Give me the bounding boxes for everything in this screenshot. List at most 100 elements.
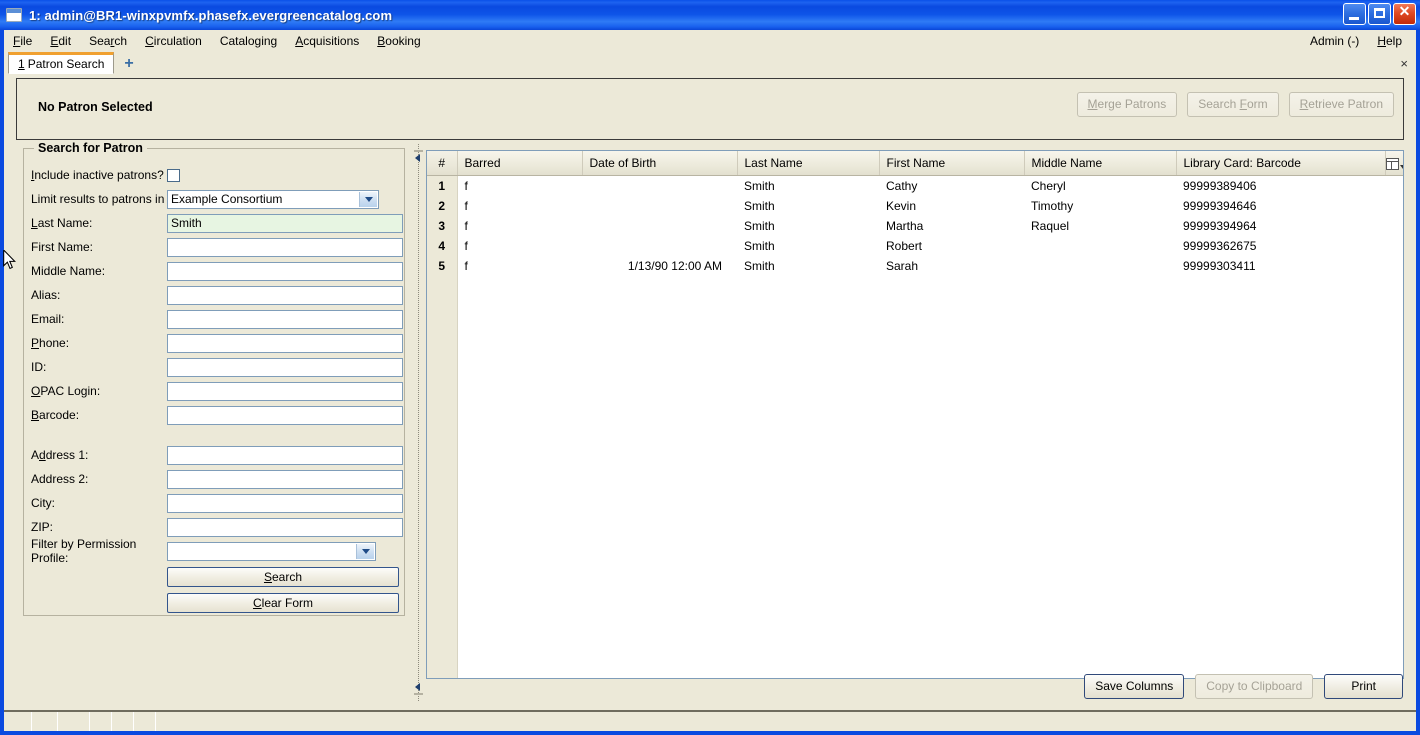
- menu-item-booking[interactable]: Booking: [368, 32, 429, 50]
- city-input[interactable]: [167, 493, 403, 513]
- id-input[interactable]: [167, 357, 403, 377]
- column-header-dob[interactable]: Date of Birth: [582, 151, 738, 176]
- menu-item-help[interactable]: Help: [1368, 32, 1416, 50]
- retrieve-patron-button[interactable]: Retrieve Patron: [1288, 92, 1394, 117]
- cell-barcode: 99999303411: [1176, 256, 1385, 276]
- table-row[interactable]: 1 f Smith Cathy Cheryl 99999389406: [427, 175, 1403, 196]
- cell-first-name: Cathy: [879, 175, 1024, 196]
- results-panel: # Barred Date of Birth Last Name First N…: [426, 144, 1404, 701]
- menu-item-circulation[interactable]: Circulation: [136, 32, 211, 50]
- table-row[interactable]: 2 f Smith Kevin Timothy 99999394646: [427, 196, 1403, 216]
- cell-first-name: Robert: [879, 236, 1024, 256]
- cell-first-name: Sarah: [879, 256, 1024, 276]
- close-button[interactable]: [1393, 3, 1416, 25]
- field-row-phone: Phone:: [24, 331, 406, 355]
- include-inactive-checkbox[interactable]: [167, 168, 180, 182]
- label-email: Email:: [31, 312, 65, 326]
- merge-patrons-button[interactable]: Merge Patrons: [1076, 92, 1178, 117]
- label-alias: Alias:: [31, 288, 61, 302]
- label-address2: Address 2:: [31, 472, 89, 486]
- cell-last-name: Smith: [737, 175, 879, 196]
- tab-patron-search[interactable]: 1 Patron Search: [8, 52, 115, 74]
- menu-item-file[interactable]: File: [4, 32, 41, 50]
- field-row-email: Email:: [24, 307, 406, 331]
- patron-header-actions: Merge Patrons Search Form Retrieve Patro…: [1076, 92, 1394, 117]
- column-header-barred[interactable]: Barred: [457, 151, 583, 176]
- save-columns-button[interactable]: Save Columns: [1084, 674, 1185, 699]
- cell-num: 2: [427, 196, 458, 216]
- status-cell-7: [156, 712, 1416, 731]
- field-row-middle-name: Middle Name:: [24, 259, 406, 283]
- phone-input[interactable]: [167, 333, 403, 353]
- search-button[interactable]: Search: [167, 567, 399, 587]
- field-row-search-button: Search: [24, 565, 406, 589]
- cell-num: 1: [427, 175, 458, 196]
- search-panel-legend: Search for Patron: [34, 141, 147, 155]
- header-row: # Barred Date of Birth Last Name First N…: [427, 151, 1403, 176]
- menu-item-acquisitions[interactable]: Acquisitions: [286, 32, 368, 50]
- cell-dob: [582, 175, 737, 196]
- cell-num: 4: [427, 236, 458, 256]
- label-zip: ZIP:: [31, 520, 54, 534]
- search-form-button[interactable]: Search Form: [1187, 92, 1279, 117]
- column-header-middle-name[interactable]: Middle Name: [1024, 151, 1177, 176]
- new-tab-button[interactable]: +: [124, 56, 133, 72]
- tab-label: Patron Search: [27, 57, 105, 71]
- field-row-permission-profile: Filter by Permission Profile:: [24, 537, 406, 565]
- middle-name-input[interactable]: [167, 261, 403, 281]
- permission-profile-select[interactable]: [167, 541, 376, 561]
- field-row-limit-results: Limit results to patrons in Example Cons…: [24, 187, 406, 211]
- cell-dob: [582, 196, 737, 216]
- menu-item-edit[interactable]: Edit: [41, 32, 80, 50]
- menu-item-admin[interactable]: Admin (-): [1301, 32, 1368, 50]
- clear-form-button[interactable]: Clear Form: [167, 593, 399, 613]
- label-address1: Address 1:: [31, 448, 89, 462]
- print-button[interactable]: Print: [1324, 674, 1403, 699]
- zip-input[interactable]: [167, 517, 403, 537]
- panel-splitter[interactable]: [412, 144, 426, 701]
- limit-results-select[interactable]: Example Consortium: [167, 189, 379, 209]
- address1-input[interactable]: [167, 445, 403, 465]
- column-header-first-name[interactable]: First Name: [879, 151, 1025, 176]
- column-header-last-name[interactable]: Last Name: [737, 151, 880, 176]
- cell-num: 5: [427, 256, 458, 276]
- field-row-address1: Address 1:: [24, 443, 406, 467]
- table-row[interactable]: 3 f Smith Martha Raquel 99999394964: [427, 216, 1403, 236]
- splitter-collapse-arrow-top[interactable]: [415, 154, 423, 162]
- table-row[interactable]: 4 f Smith Robert 99999362675: [427, 236, 1403, 256]
- label-last-name: Last Name:: [31, 216, 93, 230]
- field-row-last-name: Last Name:: [24, 211, 406, 235]
- patron-summary-header: No Patron Selected Merge Patrons Search …: [16, 78, 1404, 140]
- splitter-tick-bottom: [414, 693, 423, 695]
- cell-middle-name: [1024, 256, 1176, 276]
- chevron-down-icon: [359, 191, 377, 207]
- status-cell-1: [4, 712, 32, 731]
- email-input[interactable]: [167, 309, 403, 329]
- barcode-input[interactable]: [167, 405, 403, 425]
- column-header-barcode[interactable]: Library Card: Barcode: [1176, 151, 1386, 176]
- cell-middle-name: Raquel: [1024, 216, 1176, 236]
- column-picker-button[interactable]: [1385, 151, 1403, 176]
- table-row[interactable]: 5 f 1/13/90 12:00 AM Smith Sarah 9999930…: [427, 256, 1403, 276]
- cell-middle-name: [1024, 236, 1176, 256]
- alias-input[interactable]: [167, 285, 403, 305]
- menu-item-search[interactable]: Search: [80, 32, 136, 50]
- minimize-button[interactable]: [1343, 3, 1366, 25]
- opac-login-input[interactable]: [167, 381, 403, 401]
- maximize-button[interactable]: [1368, 3, 1391, 25]
- close-tab-icon[interactable]: ×: [1400, 56, 1408, 71]
- cell-spacer: [1385, 236, 1403, 256]
- first-name-input[interactable]: [167, 237, 403, 257]
- splitter-collapse-arrow-bottom[interactable]: [415, 683, 423, 691]
- address2-input[interactable]: [167, 469, 403, 489]
- cell-barred: f: [457, 216, 582, 236]
- copy-to-clipboard-button[interactable]: Copy to Clipboard: [1195, 674, 1314, 699]
- last-name-input[interactable]: [167, 213, 403, 233]
- filler-numcol: [427, 276, 458, 678]
- content-area: No Patron Selected Merge Patrons Search …: [4, 74, 1416, 705]
- column-header-num[interactable]: #: [427, 151, 458, 176]
- cell-middle-name: Timothy: [1024, 196, 1176, 216]
- field-row-include-inactive: Include inactive patrons?: [24, 163, 406, 187]
- menu-item-cataloging[interactable]: Cataloging: [211, 32, 286, 50]
- application-window: 1: admin@BR1-winxpvmfx.phasefx.evergreen…: [0, 0, 1420, 735]
